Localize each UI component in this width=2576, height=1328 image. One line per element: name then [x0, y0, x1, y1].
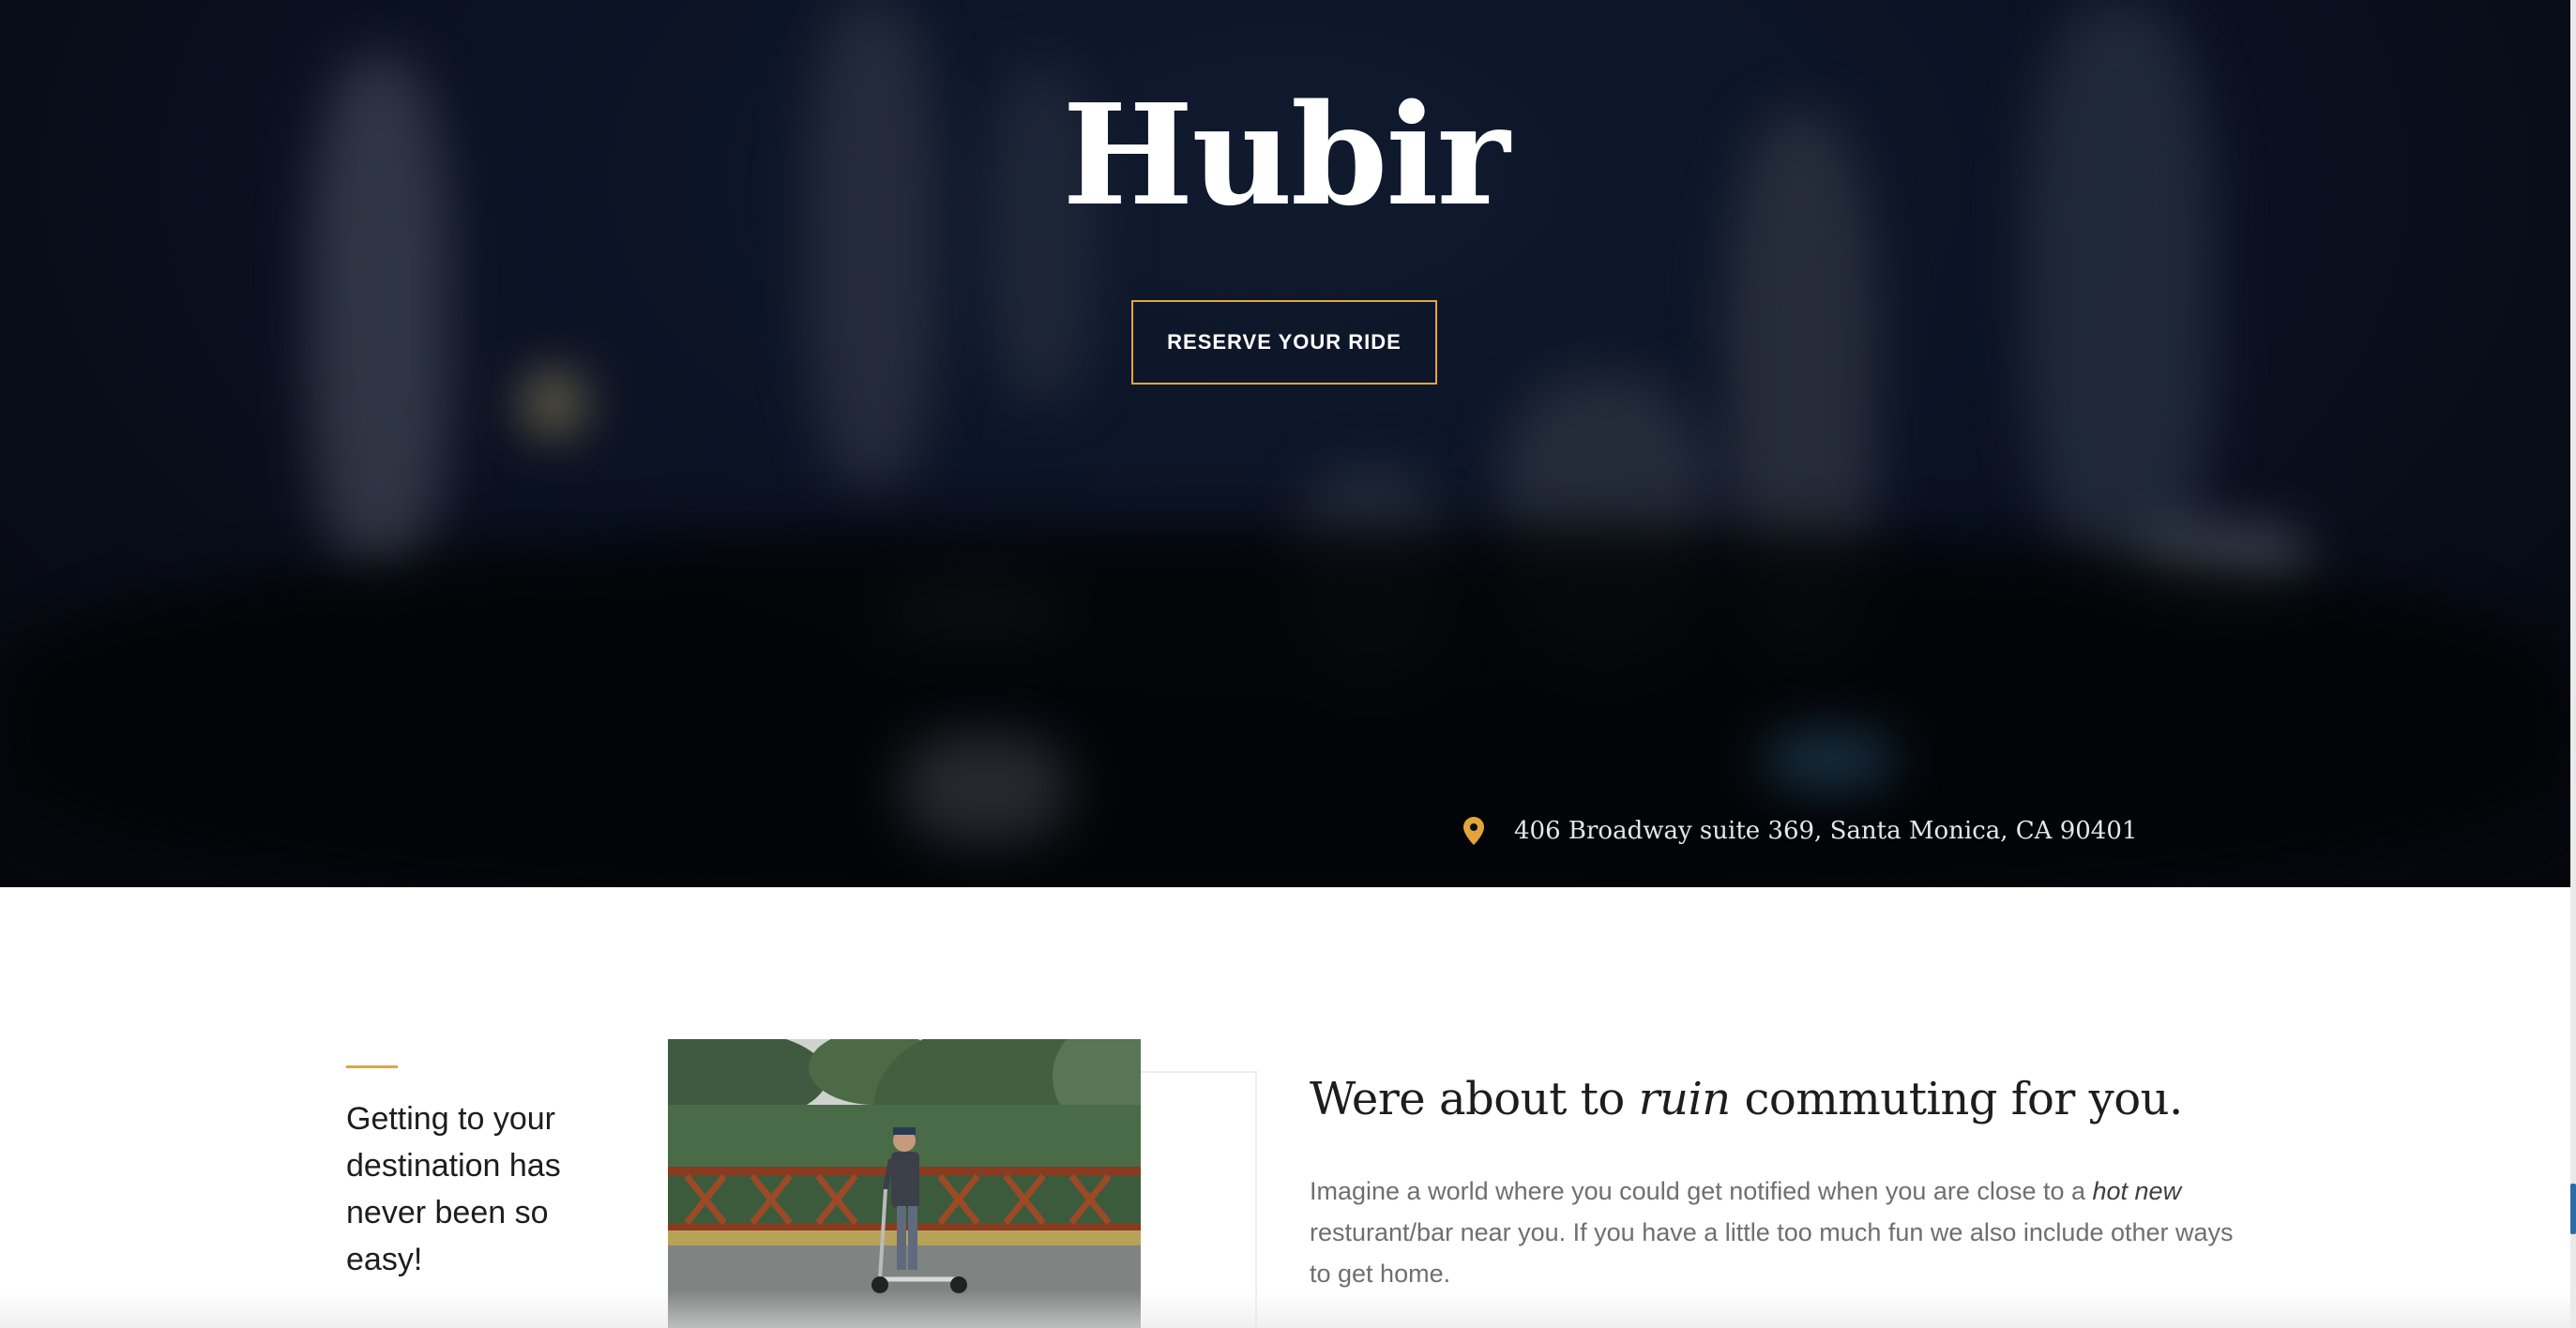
skyline-blur [0, 525, 2570, 887]
section-heading: Were about to ruin commuting for you. [1310, 1073, 2183, 1125]
scooter-rider-illustration [668, 1039, 1141, 1328]
scrollbar-thumb[interactable] [2570, 1184, 2576, 1234]
reserve-ride-button[interactable]: RESERVE YOUR RIDE [1131, 300, 1437, 385]
heading-text-start: Were about to [1310, 1073, 1639, 1125]
accent-divider [346, 1065, 398, 1068]
landing-page: Hubir RESERVE YOUR RIDE 406 Broadway sui… [0, 0, 2576, 1328]
scrollbar-track[interactable] [2570, 0, 2576, 1328]
heading-text-end: commuting for you. [1730, 1073, 2183, 1125]
body-text-start: Imagine a world where you could get noti… [1310, 1177, 2093, 1205]
heading-emphasis: ruin [1638, 1073, 1732, 1125]
skyline-blur [901, 732, 1069, 844]
tagline: Getting to your destination has never be… [346, 1101, 561, 1277]
scooter-rider-photo [668, 1039, 1141, 1328]
site-title: Hubir [1062, 73, 1509, 236]
address-text: 406 Broadway suite 369, Santa Monica, CA… [1514, 817, 2138, 845]
hero-section: Hubir RESERVE YOUR RIDE 406 Broadway sui… [0, 0, 2570, 887]
body-emphasis: hot new [2092, 1177, 2182, 1205]
skyline-blur [525, 375, 582, 431]
photo-frame-decoration [1135, 1071, 1257, 1328]
map-pin-icon [1463, 817, 1484, 845]
body-text-end: resturant/bar near you. If you have a li… [1310, 1218, 2234, 1288]
bottom-fade [0, 1290, 2570, 1328]
skyline-blur [1764, 732, 1895, 788]
section-body: Imagine a world where you could get noti… [1310, 1170, 2248, 1294]
address-row: 406 Broadway suite 369, Santa Monica, CA… [1463, 812, 2137, 850]
